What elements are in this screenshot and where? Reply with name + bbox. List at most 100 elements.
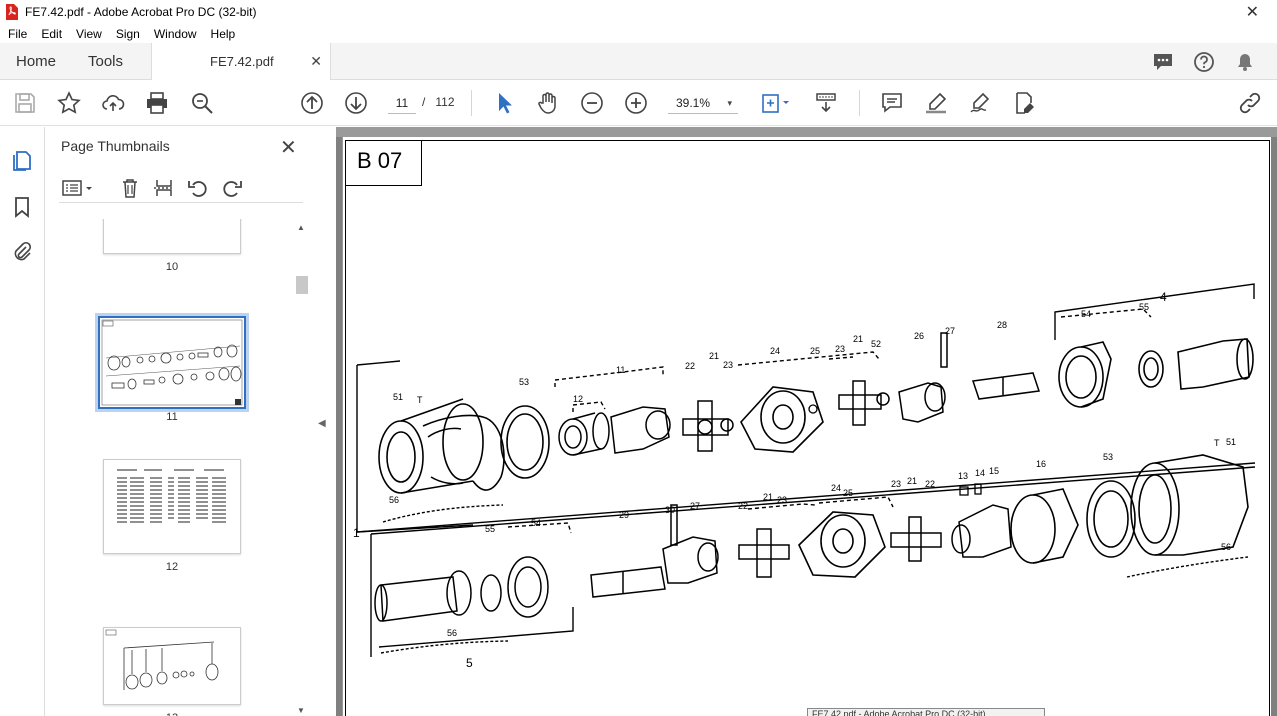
- tab-bar: Home Tools FE7.42.pdf ✕: [0, 43, 1277, 81]
- navigation-rail: [0, 127, 45, 716]
- svg-text:11: 11: [616, 365, 625, 375]
- page-thumbnail-label: 10: [165, 261, 179, 273]
- scrollbar-thumb[interactable]: [296, 276, 308, 294]
- svg-text:4: 4: [1160, 290, 1167, 304]
- fit-page-icon[interactable]: [760, 91, 792, 115]
- svg-text:23: 23: [777, 495, 787, 505]
- svg-text:23: 23: [835, 344, 845, 354]
- zoom-in-icon[interactable]: [624, 91, 648, 115]
- star-icon[interactable]: [57, 91, 81, 115]
- tab-document[interactable]: FE7.42.pdf ✕: [151, 43, 331, 81]
- attachment-icon[interactable]: [11, 241, 33, 263]
- extract-page-icon[interactable]: [153, 177, 175, 199]
- panel-close-button[interactable]: ✕: [280, 135, 297, 160]
- svg-text:24: 24: [831, 483, 841, 493]
- menu-sign[interactable]: Sign: [108, 27, 146, 41]
- thumbnails-icon[interactable]: [11, 149, 33, 171]
- page-thumbnail[interactable]: [103, 627, 241, 705]
- thumbnail-preview-image: [117, 469, 226, 523]
- page-top-strip: [336, 127, 1277, 137]
- thumbnail-scrollbar[interactable]: ▲ ▼: [295, 220, 309, 716]
- comment-icon[interactable]: [880, 91, 904, 115]
- tab-document-label: FE7.42.pdf: [210, 54, 274, 69]
- select-cursor-icon[interactable]: [492, 91, 516, 115]
- svg-text:22: 22: [685, 361, 695, 371]
- rotate-counterclockwise-icon[interactable]: [187, 177, 209, 199]
- thumbnail-preview-image: [105, 629, 219, 690]
- page-thumbnails-panel: Page Thumbnails ✕ 10 11 12 ▲ ▼: [45, 127, 316, 716]
- zoom-search-icon[interactable]: [190, 91, 214, 115]
- page-thumbnail[interactable]: [103, 219, 241, 254]
- notification-bell-icon[interactable]: [1234, 51, 1256, 73]
- help-icon[interactable]: [1193, 51, 1215, 73]
- svg-text:21: 21: [763, 492, 773, 502]
- taskbar-preview: FE7.42.pdf - Adobe Acrobat Pro DC (32-bi…: [807, 708, 1045, 716]
- menu-window[interactable]: Window: [146, 27, 203, 41]
- svg-text:53: 53: [1103, 452, 1113, 462]
- svg-text:24: 24: [770, 346, 780, 356]
- delete-page-icon[interactable]: [119, 177, 141, 199]
- svg-text:56: 56: [447, 628, 457, 638]
- share-link-icon[interactable]: [1238, 91, 1262, 115]
- tab-home[interactable]: Home: [16, 53, 56, 70]
- menu-file[interactable]: File: [0, 27, 33, 41]
- menu-bar: File Edit View Sign Window Help: [0, 24, 1277, 43]
- svg-text:23: 23: [891, 479, 901, 489]
- tab-close-button[interactable]: ✕: [310, 53, 322, 70]
- svg-text:55: 55: [1139, 302, 1149, 312]
- acrobat-pdf-icon: [6, 4, 18, 20]
- save-icon[interactable]: [13, 91, 37, 115]
- highlight-pen-icon[interactable]: [924, 91, 948, 115]
- page-thumbnail[interactable]: [103, 459, 241, 554]
- page-number-input[interactable]: 11: [388, 92, 416, 114]
- document-view[interactable]: B 07 51 T 53 12 11 22 21 23 24 25 23 21 …: [336, 127, 1277, 716]
- draw-sign-icon[interactable]: [968, 91, 992, 115]
- svg-text:25: 25: [843, 488, 853, 498]
- zoom-out-icon[interactable]: [580, 91, 604, 115]
- next-page-icon[interactable]: [344, 91, 368, 115]
- svg-text:52: 52: [871, 339, 881, 349]
- previous-page-icon[interactable]: [300, 91, 324, 115]
- tab-tools[interactable]: Tools: [88, 53, 123, 70]
- svg-text:5: 5: [466, 656, 473, 670]
- collapse-panel-arrow-icon[interactable]: ◀: [318, 418, 326, 429]
- svg-text:14: 14: [975, 468, 985, 478]
- menu-help[interactable]: Help: [203, 27, 242, 41]
- toolbar-divider: [471, 90, 472, 116]
- options-menu-icon[interactable]: [61, 177, 95, 199]
- menu-edit[interactable]: Edit: [33, 27, 68, 41]
- comment-bubble-icon[interactable]: [1152, 51, 1174, 73]
- svg-text:51: 51: [1226, 437, 1236, 447]
- print-icon[interactable]: [145, 91, 169, 115]
- page-total: / 112: [422, 95, 455, 109]
- menu-view[interactable]: View: [68, 27, 108, 41]
- page-separator: /: [422, 95, 426, 109]
- svg-text:27: 27: [690, 501, 700, 511]
- svg-text:16: 16: [1036, 459, 1046, 469]
- svg-text:30: 30: [665, 505, 675, 515]
- svg-text:21: 21: [853, 334, 863, 344]
- svg-text:22: 22: [738, 501, 748, 511]
- thumbnail-preview-image: [101, 319, 243, 406]
- svg-text:25: 25: [810, 346, 820, 356]
- page-thumbnail-selected[interactable]: [95, 313, 249, 412]
- svg-text:T: T: [1214, 438, 1220, 448]
- svg-text:54: 54: [1081, 309, 1091, 319]
- scroll-down-arrow-icon[interactable]: ▼: [297, 706, 305, 715]
- panel-title: Page Thumbnails: [61, 138, 170, 154]
- upload-cloud-icon[interactable]: [101, 91, 125, 115]
- scroll-up-arrow-icon[interactable]: ▲: [297, 223, 305, 232]
- scroll-mode-icon[interactable]: [814, 91, 838, 115]
- svg-text:28: 28: [997, 320, 1007, 330]
- svg-text:T: T: [417, 395, 423, 405]
- window-title: FE7.42.pdf - Adobe Acrobat Pro DC (32-bi…: [25, 5, 257, 19]
- hand-tool-icon[interactable]: [536, 91, 560, 115]
- zoom-level-select[interactable]: 39.1% ▾: [668, 92, 738, 114]
- edit-pdf-icon[interactable]: [1012, 91, 1036, 115]
- panel-toolbar: [59, 177, 303, 203]
- window-close-button[interactable]: ✕: [1246, 2, 1259, 22]
- svg-text:53: 53: [519, 377, 529, 387]
- svg-text:26: 26: [914, 331, 924, 341]
- bookmark-icon[interactable]: [11, 196, 33, 218]
- rotate-clockwise-icon[interactable]: [221, 177, 243, 199]
